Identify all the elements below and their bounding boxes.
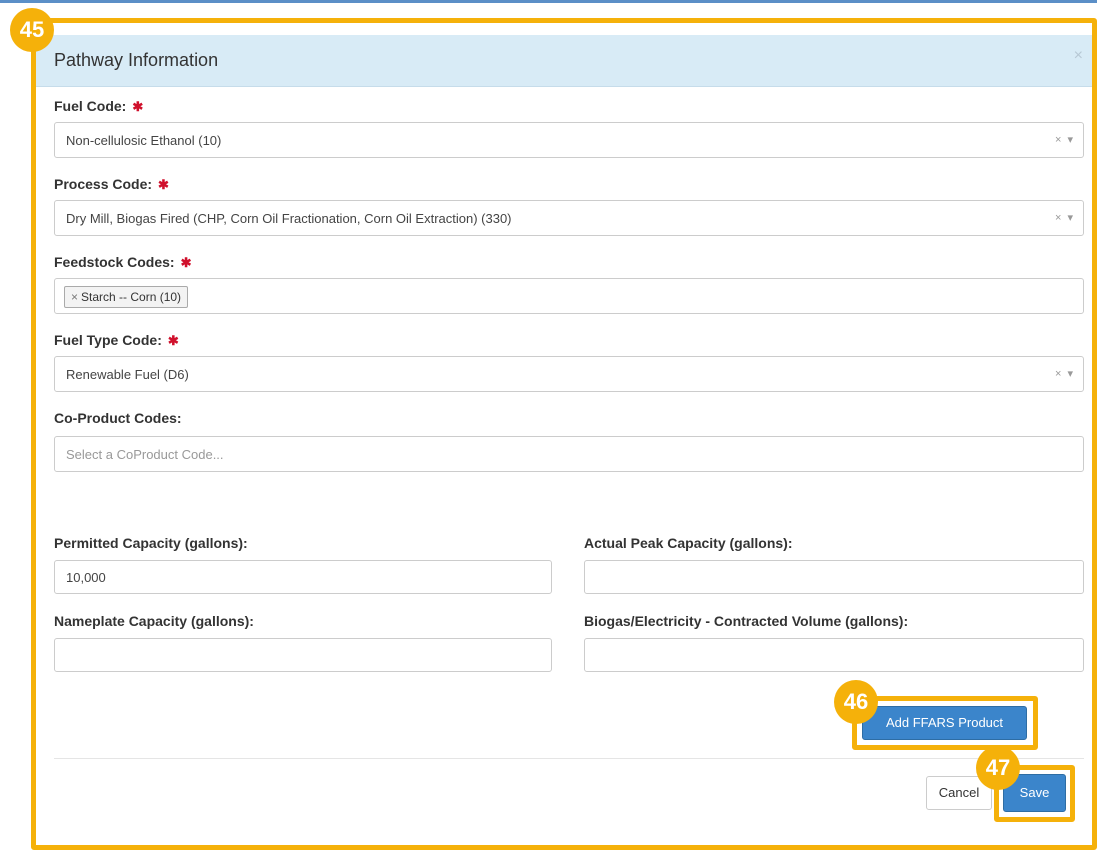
tag-remove-icon[interactable]: × bbox=[71, 290, 78, 304]
callout-badge-47: 47 bbox=[976, 746, 1020, 790]
clear-icon[interactable]: × bbox=[1055, 212, 1061, 224]
actual-peak-capacity-label: Actual Peak Capacity (gallons): bbox=[584, 535, 793, 551]
permitted-capacity-input[interactable]: 10,000 bbox=[54, 560, 552, 594]
feedstock-codes-label-text: Feedstock Codes: bbox=[54, 254, 175, 270]
add-ffars-product-button[interactable]: Add FFARS Product bbox=[862, 706, 1027, 740]
modal-title: Pathway Information bbox=[54, 50, 219, 70]
feedstock-codes-multiselect[interactable]: × Starch -- Corn (10) bbox=[54, 278, 1084, 314]
fuel-code-label-text: Fuel Code: bbox=[54, 98, 127, 114]
fuel-type-code-label: Fuel Type Code: ✱ bbox=[54, 332, 179, 349]
permitted-capacity-value: 10,000 bbox=[66, 570, 106, 585]
fuel-type-code-value: Renewable Fuel (D6) bbox=[66, 367, 189, 382]
coproduct-codes-label: Co-Product Codes: bbox=[54, 410, 182, 426]
clear-icon[interactable]: × bbox=[1055, 134, 1061, 146]
footer-divider bbox=[54, 758, 1084, 759]
fuel-type-code-select[interactable]: Renewable Fuel (D6) × ▾ bbox=[54, 356, 1084, 392]
feedstock-tag-label: Starch -- Corn (10) bbox=[81, 290, 182, 304]
callout-badge-46: 46 bbox=[834, 680, 878, 724]
chevron-down-icon[interactable]: ▾ bbox=[1067, 368, 1073, 380]
modal-header: Pathway Information × bbox=[34, 35, 1093, 87]
actual-peak-capacity-input[interactable] bbox=[584, 560, 1084, 594]
nameplate-capacity-label: Nameplate Capacity (gallons): bbox=[54, 613, 254, 629]
required-icon: ✱ bbox=[180, 255, 192, 270]
feedstock-tag[interactable]: × Starch -- Corn (10) bbox=[64, 286, 189, 308]
process-code-select[interactable]: Dry Mill, Biogas Fired (CHP, Corn Oil Fr… bbox=[54, 200, 1084, 236]
nameplate-capacity-input[interactable] bbox=[54, 638, 552, 672]
fuel-code-select[interactable]: Non-cellulosic Ethanol (10) × ▾ bbox=[54, 122, 1084, 158]
fuel-type-code-label-text: Fuel Type Code: bbox=[54, 332, 162, 348]
permitted-capacity-label: Permitted Capacity (gallons): bbox=[54, 535, 248, 551]
process-code-label-text: Process Code: bbox=[54, 176, 153, 192]
top-border-line bbox=[0, 0, 1097, 3]
coproduct-placeholder: Select a CoProduct Code... bbox=[66, 447, 224, 462]
required-icon: ✱ bbox=[132, 99, 144, 114]
chevron-down-icon[interactable]: ▾ bbox=[1067, 212, 1073, 224]
required-icon: ✱ bbox=[167, 333, 179, 348]
required-icon: ✱ bbox=[158, 177, 169, 192]
callout-badge-45: 45 bbox=[10, 8, 54, 52]
chevron-down-icon[interactable]: ▾ bbox=[1067, 134, 1073, 146]
process-code-value: Dry Mill, Biogas Fired (CHP, Corn Oil Fr… bbox=[66, 211, 512, 226]
clear-icon[interactable]: × bbox=[1055, 368, 1061, 380]
contracted-volume-label: Biogas/Electricity - Contracted Volume (… bbox=[584, 613, 909, 629]
contracted-volume-input[interactable] bbox=[584, 638, 1084, 672]
process-code-label: Process Code: ✱ bbox=[54, 176, 169, 193]
feedstock-codes-label: Feedstock Codes: ✱ bbox=[54, 254, 192, 271]
fuel-code-value: Non-cellulosic Ethanol (10) bbox=[66, 133, 222, 148]
coproduct-codes-select[interactable]: Select a CoProduct Code... bbox=[54, 436, 1084, 472]
close-icon[interactable]: × bbox=[1074, 47, 1083, 65]
fuel-code-label: Fuel Code: ✱ bbox=[54, 98, 143, 115]
